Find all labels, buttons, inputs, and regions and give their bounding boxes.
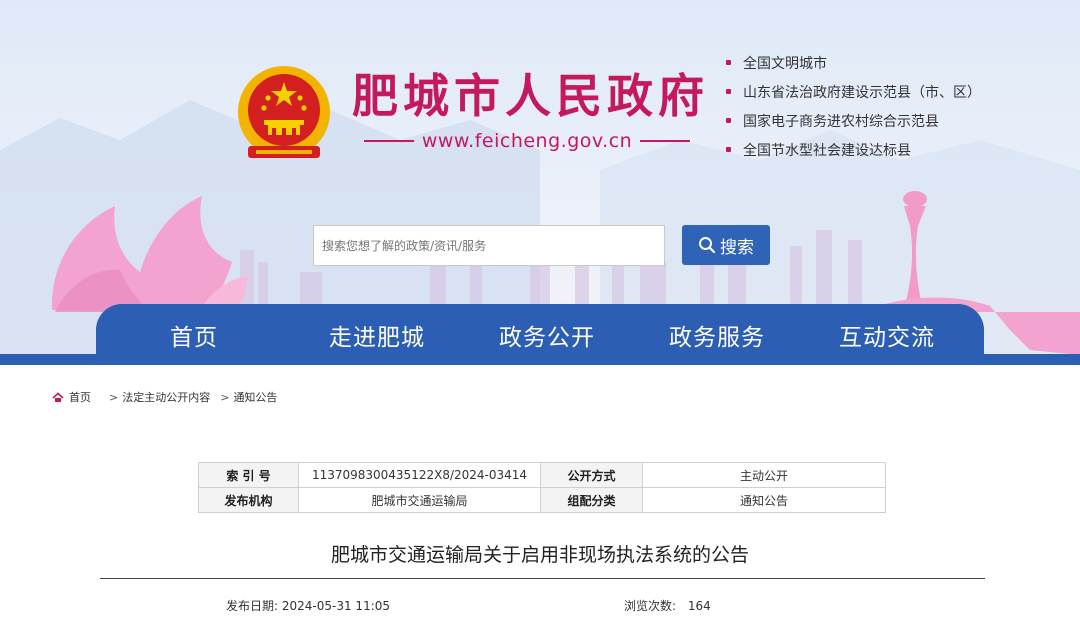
article-meta-table: 索 引 号 1137098300435122X8/2024-03414 公开方式… [198, 462, 886, 513]
honor-text: 国家电子商务进农村综合示范县 [743, 113, 939, 130]
honor-text: 全国节水型社会建设达标县 [743, 142, 911, 159]
search-icon [699, 237, 716, 254]
publish-date: 发布日期: 2024-05-31 11:05 [226, 597, 390, 614]
main-nav: 首页 走进肥城 政务公开 政务服务 互动交流 [0, 304, 1080, 365]
site-url-text: www.feicheng.gov.cn [421, 130, 633, 152]
bullet-icon [726, 147, 731, 152]
index-label: 索 引 号 [198, 462, 299, 488]
search-input[interactable] [313, 225, 665, 266]
breadcrumb-home[interactable]: 首页 [69, 389, 91, 405]
honor-item: 山东省法治政府建设示范县（市、区） [726, 77, 981, 106]
disclosure-label: 公开方式 [540, 462, 643, 488]
honor-item: 全国文明城市 [726, 48, 981, 77]
category-value: 通知公告 [642, 487, 886, 513]
url-line-right [640, 140, 690, 142]
url-line-left [364, 140, 414, 142]
bullet-icon [726, 118, 731, 123]
nav-item-gov-disclosure[interactable]: 政务公开 [462, 304, 632, 365]
breadcrumb-level2[interactable]: 通知公告 [233, 389, 277, 405]
nav-item-about[interactable]: 走进肥城 [292, 304, 462, 365]
publisher-label: 发布机构 [198, 487, 299, 513]
honor-item: 全国节水型社会建设达标县 [726, 135, 981, 164]
honor-text: 山东省法治政府建设示范县（市、区） [743, 84, 981, 101]
article-title: 肥城市交通运输局关于启用非现场执法系统的公告 [330, 544, 749, 566]
breadcrumb-level1[interactable]: 法定主动公开内容 [122, 389, 210, 405]
bullet-icon [726, 60, 731, 65]
publish-date-label: 发布日期: [226, 599, 279, 613]
nav-item-home[interactable]: 首页 [96, 304, 292, 365]
breadcrumb-separator: > [109, 390, 119, 404]
search-button-label: 搜索 [720, 237, 754, 258]
search-button[interactable]: 搜索 [682, 225, 770, 265]
view-count-label: 浏览次数: [624, 599, 677, 613]
table-row: 索 引 号 1137098300435122X8/2024-03414 公开方式… [198, 462, 886, 488]
view-count: 浏览次数: 164 [624, 597, 711, 614]
title-divider [100, 578, 985, 579]
site-title: 肥城市人民政府 [352, 69, 709, 123]
table-row: 发布机构 肥城市交通运输局 组配分类 通知公告 [198, 487, 886, 513]
breadcrumb: 首页 > 法定主动公开内容 > 通知公告 [52, 389, 277, 405]
honors-list: 全国文明城市 山东省法治政府建设示范县（市、区） 国家电子商务进农村综合示范县 … [726, 48, 981, 164]
nav-item-gov-service[interactable]: 政务服务 [632, 304, 802, 365]
disclosure-value: 主动公开 [642, 462, 886, 488]
honor-item: 国家电子商务进农村综合示范县 [726, 106, 981, 135]
bullet-icon [726, 89, 731, 94]
publish-date-value: 2024-05-31 11:05 [281, 599, 391, 613]
view-count-value: 164 [687, 599, 711, 613]
index-value: 1137098300435122X8/2024-03414 [298, 462, 541, 488]
nav-item-interaction[interactable]: 互动交流 [802, 304, 972, 365]
home-icon [52, 391, 64, 402]
honor-text: 全国文明城市 [743, 55, 827, 72]
publisher-value: 肥城市交通运输局 [298, 487, 541, 513]
category-label: 组配分类 [540, 487, 643, 513]
nav-menu: 首页 走进肥城 政务公开 政务服务 互动交流 [96, 304, 984, 365]
site-url: www.feicheng.gov.cn [364, 128, 690, 154]
site-header: 肥城市人民政府 www.feicheng.gov.cn 全国文明城市 山东省法治… [0, 0, 1080, 365]
breadcrumb-separator: > [220, 390, 230, 404]
national-emblem-icon [238, 66, 330, 158]
